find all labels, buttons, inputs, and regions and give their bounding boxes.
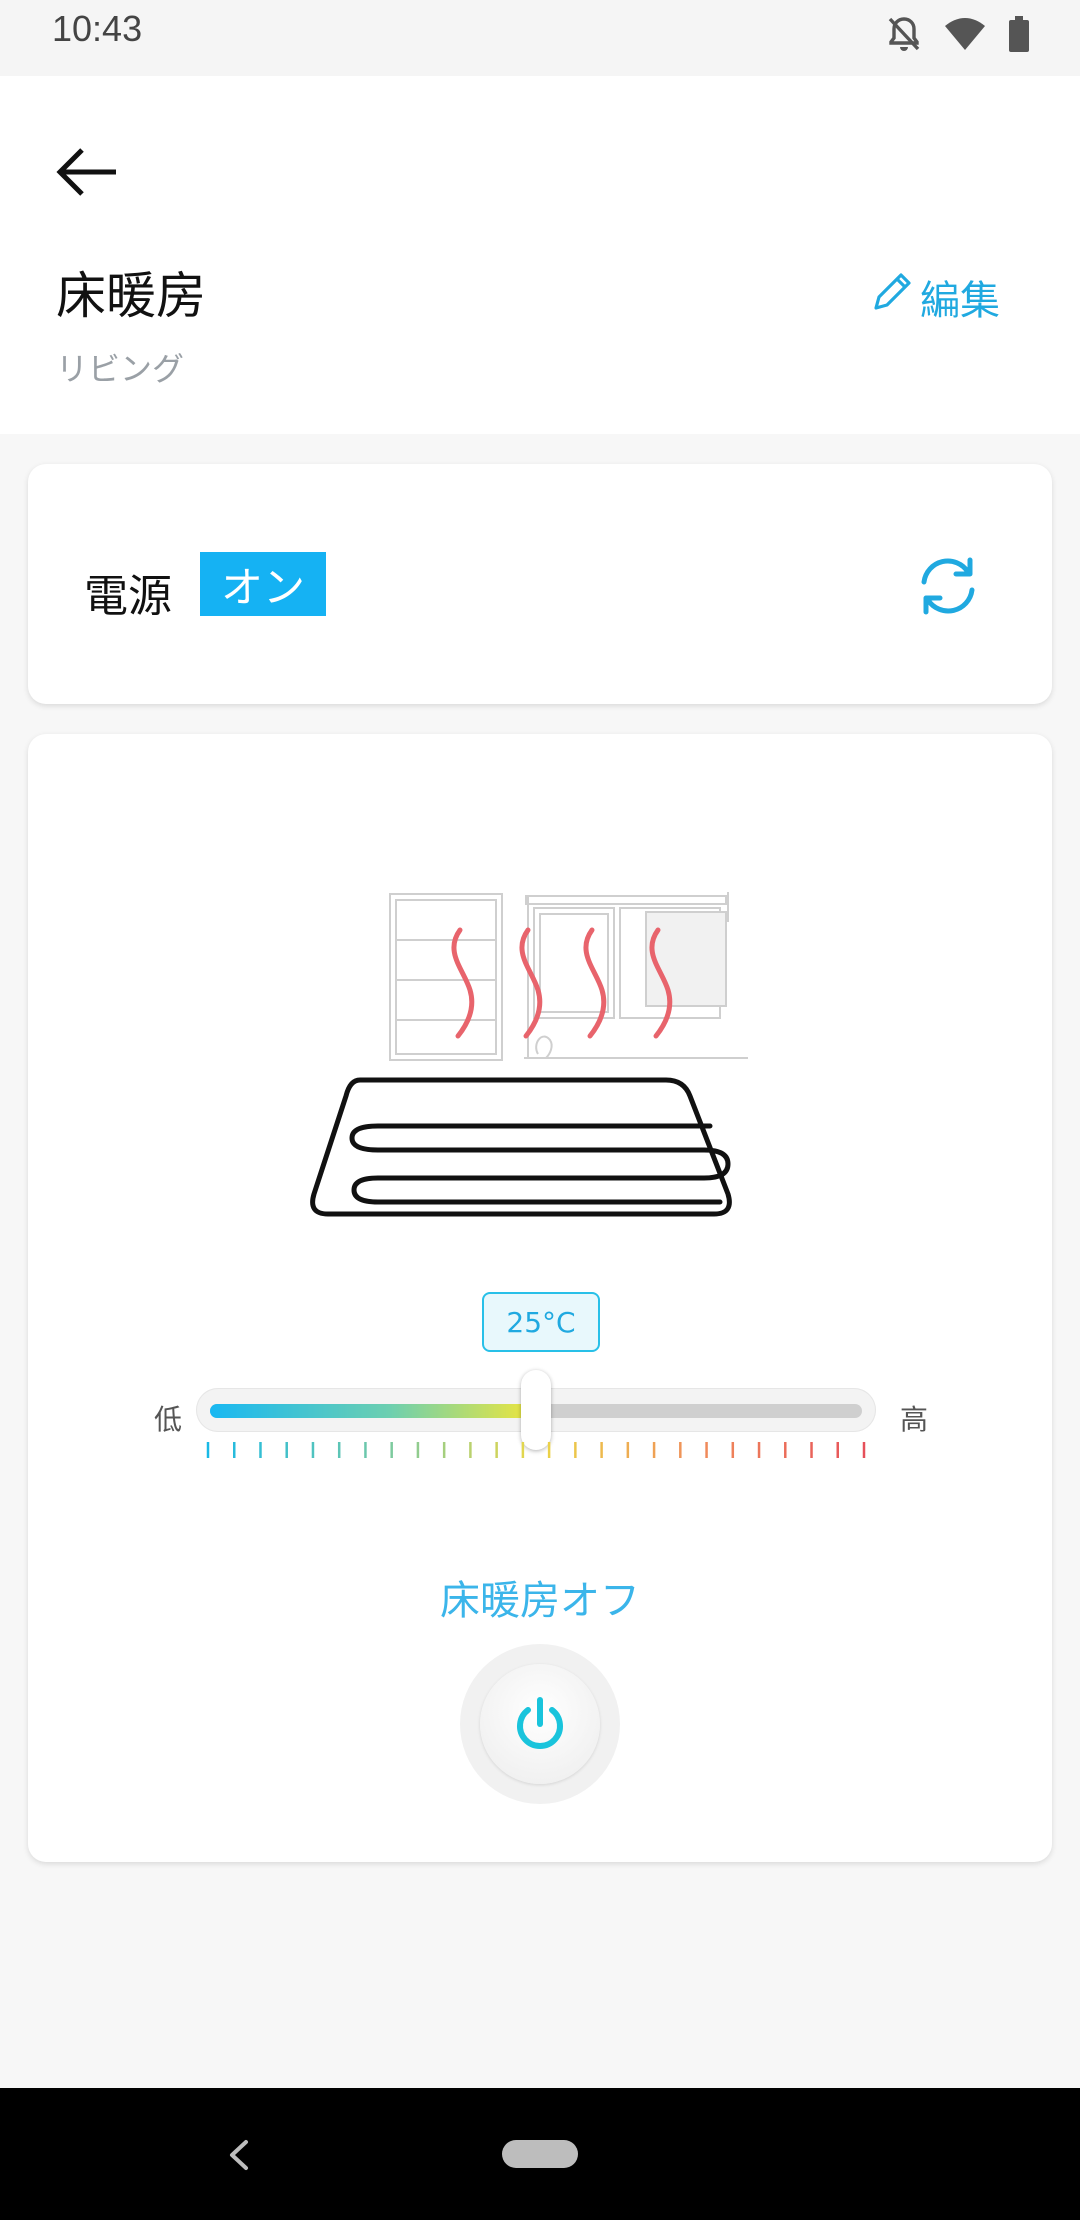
floor-heating-illustration [308, 864, 808, 1284]
edit-label: 編集 [920, 278, 1000, 324]
mode-label: 床暖房オフ [440, 1578, 640, 1624]
high-label: 高 [900, 1403, 929, 1436]
back-arrow-icon[interactable] [52, 136, 124, 208]
low-label: 低 [154, 1403, 183, 1436]
power-card: 電源 オン [28, 464, 1052, 704]
status-bar: 10:43 [0, 0, 1080, 76]
bell-off-icon [886, 15, 922, 53]
room-subtitle: リビング [56, 350, 185, 388]
battery-icon [1008, 16, 1030, 52]
wifi-icon [944, 17, 986, 51]
app-header: 床暖房 リビング 編集 [0, 76, 1080, 434]
slider-thumb[interactable] [521, 1370, 551, 1450]
temperature-badge: 25°C [482, 1292, 600, 1352]
power-state-badge: オン [200, 552, 326, 616]
refresh-icon[interactable] [914, 552, 982, 620]
power-icon [510, 1694, 570, 1754]
system-nav-bar [0, 2088, 1080, 2220]
nav-home-pill[interactable] [502, 2140, 578, 2168]
pencil-icon [870, 270, 914, 324]
edit-button[interactable]: 編集 [870, 268, 1000, 326]
page-title: 床暖房 [56, 267, 206, 325]
nav-back-icon[interactable] [224, 2138, 254, 2172]
power-label: 電源 [84, 571, 172, 622]
control-card: 25°C 低 高 床暖房オフ [28, 734, 1052, 1862]
slider-fill [210, 1404, 536, 1418]
status-time: 10:43 [52, 8, 143, 49]
slider-ticks [204, 1440, 868, 1460]
status-icons [886, 12, 1030, 56]
